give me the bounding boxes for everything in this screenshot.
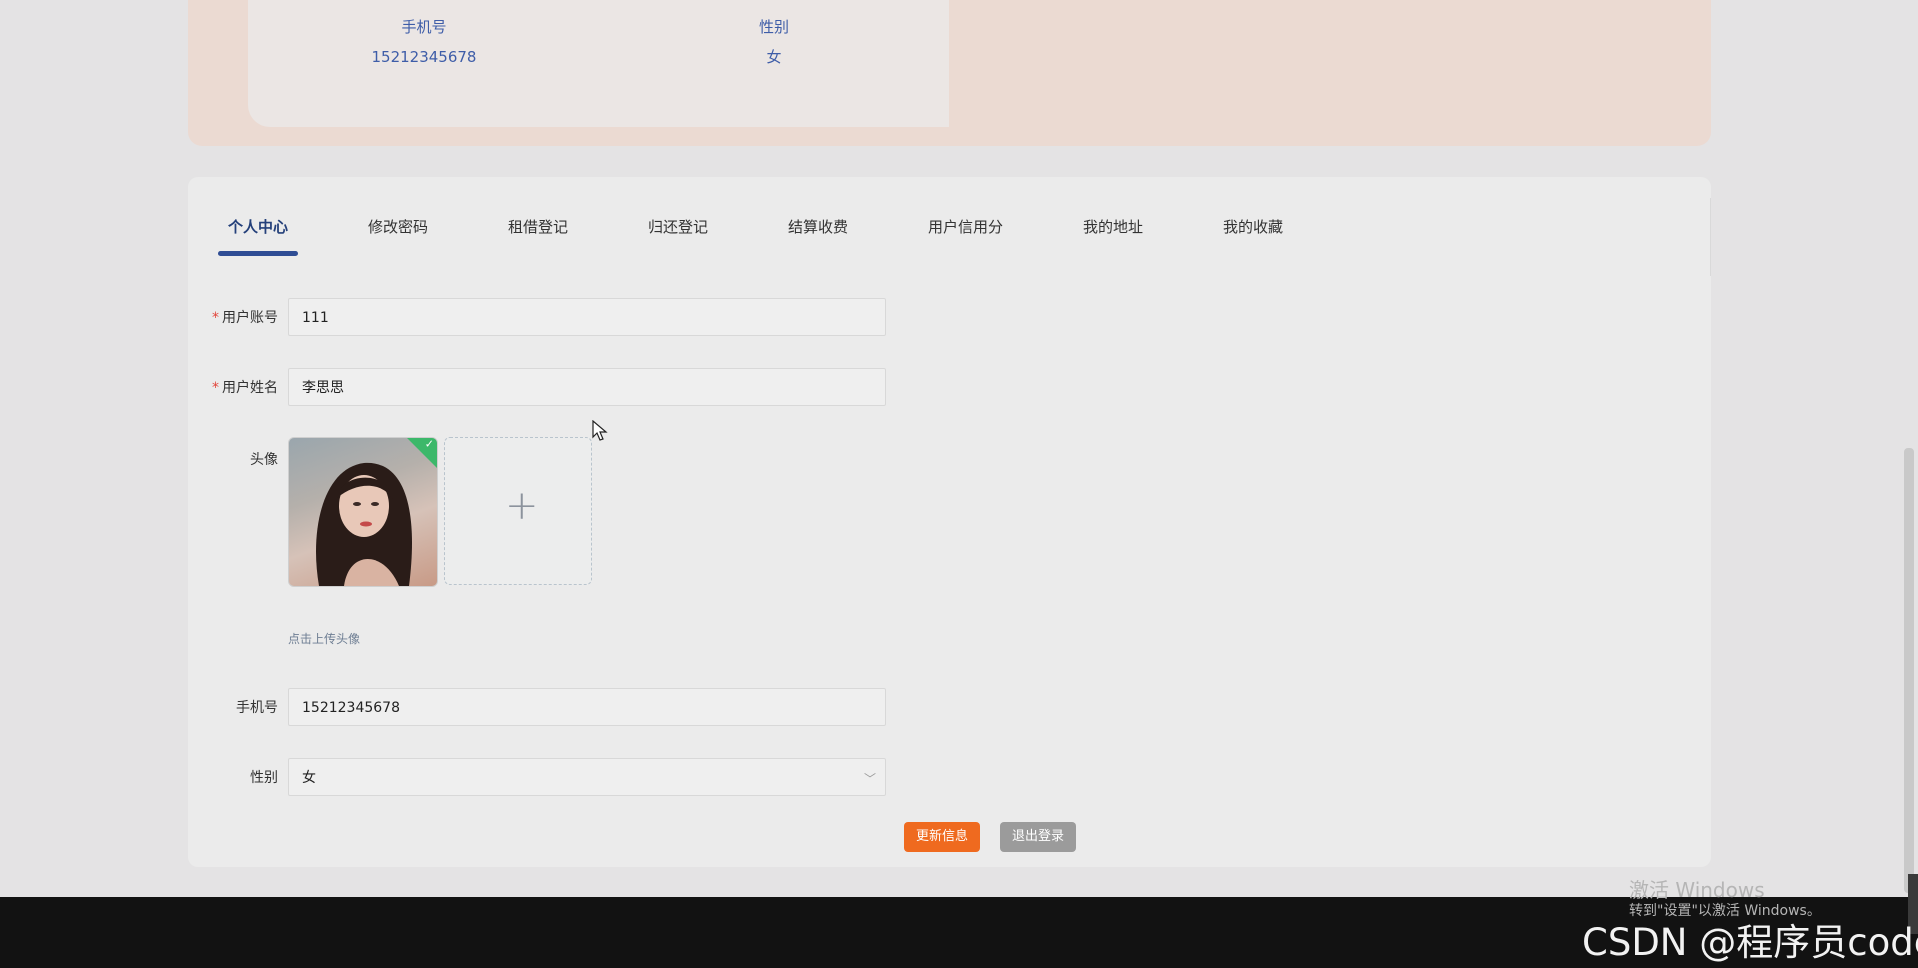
phone-label: 手机号 <box>236 700 278 716</box>
mouse-cursor-icon <box>592 420 608 441</box>
tab-change-password[interactable]: 修改密码 <box>368 216 428 238</box>
name-label: * 用户姓名 <box>212 380 278 396</box>
required-mark: * <box>212 310 219 326</box>
tab-personal-center[interactable]: 个人中心 <box>228 216 288 238</box>
tab-rental-registration[interactable]: 租借登记 <box>508 216 568 238</box>
account-label: * 用户账号 <box>212 310 278 326</box>
logout-button[interactable]: 退出登录 <box>1000 822 1076 852</box>
avatar-portrait <box>316 462 412 586</box>
required-mark: * <box>212 380 219 396</box>
tab-settlement[interactable]: 结算收费 <box>788 216 848 238</box>
gender-select[interactable]: 女 <box>288 758 886 796</box>
tab-return-registration[interactable]: 归还登记 <box>648 216 708 238</box>
chevron-down-icon: ﹀ <box>864 772 877 786</box>
plus-icon: + <box>505 483 539 529</box>
csdn-watermark: CSDN @程序员code <box>1582 921 1918 964</box>
avatar-upload-hint[interactable]: 点击上传头像 <box>288 630 360 647</box>
name-field[interactable]: 李思思 <box>288 368 886 406</box>
profile-gender-value: 女 <box>766 48 782 66</box>
tab-my-address[interactable]: 我的地址 <box>1083 216 1143 238</box>
tab-my-favorites[interactable]: 我的收藏 <box>1223 216 1283 238</box>
active-tab-indicator <box>218 251 298 256</box>
tab-credit-score[interactable]: 用户信用分 <box>928 216 1003 238</box>
avatar-upload-box[interactable]: + <box>444 437 592 585</box>
profile-phone: 手机号 15212345678 <box>324 12 524 72</box>
profile-phone-label: 手机号 <box>401 18 447 36</box>
tabs-divider <box>1710 198 1711 276</box>
profile-gender: 性别 女 <box>674 12 874 72</box>
avatar-image[interactable]: ✓ <box>288 437 438 587</box>
page-scrollbar[interactable] <box>1904 448 1914 893</box>
profile-phone-value: 15212345678 <box>371 48 477 66</box>
gender-label: 性别 <box>250 770 278 786</box>
update-info-button[interactable]: 更新信息 <box>904 822 980 852</box>
profile-gender-label: 性别 <box>758 18 789 36</box>
avatar-label: 头像 <box>250 452 278 468</box>
windows-activation-title: 激活 Windows <box>1629 878 1765 902</box>
check-icon: ✓ <box>424 437 434 451</box>
phone-field[interactable]: 15212345678 <box>288 688 886 726</box>
account-field[interactable]: 111 <box>288 298 886 336</box>
